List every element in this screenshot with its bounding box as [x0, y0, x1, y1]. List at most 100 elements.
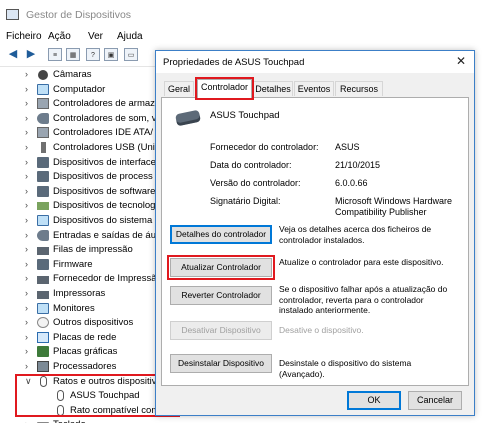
chevron-right-icon[interactable]: › — [25, 98, 28, 108]
tree-category[interactable]: › Filas de impressão — [0, 243, 160, 258]
back-arrow-icon[interactable]: ◀ — [6, 48, 20, 61]
properties-dialog: Propriedades de ASUS Touchpad ✕ Geral Co… — [155, 50, 475, 416]
chevron-right-icon[interactable]: › — [25, 171, 28, 181]
close-icon[interactable]: ✕ — [454, 54, 468, 68]
details-view-icon[interactable]: ▦ — [66, 48, 80, 61]
chevron-right-icon[interactable]: › — [25, 69, 28, 79]
tab-strip: Geral Controlador Detalhes Eventos Recur… — [161, 77, 471, 100]
tree-item-label: Dispositivos de tecnolog — [53, 200, 156, 212]
tree-item-label: Teclado — [53, 419, 86, 423]
chevron-right-icon[interactable]: › — [25, 113, 28, 123]
chevron-right-icon[interactable]: › — [25, 317, 28, 327]
chevron-right-icon[interactable]: › — [25, 244, 28, 254]
audio-io-icon — [37, 229, 49, 241]
cancel-button[interactable]: Cancelar — [408, 391, 462, 410]
storage-controller-icon — [37, 98, 49, 110]
uninstall-device-button[interactable]: Desinstalar Dispositivo — [170, 354, 272, 373]
chevron-right-icon[interactable]: › — [25, 419, 28, 423]
chevron-right-icon[interactable]: › — [25, 303, 28, 313]
tree-category[interactable]: › Placas de rede — [0, 331, 160, 346]
tree-item-label: Dispositivos de interface — [53, 156, 156, 168]
firmware-icon — [37, 258, 49, 270]
tree-category[interactable]: › Outros dispositivos — [0, 316, 160, 331]
disable-device-button[interactable]: Desativar Dispositivo — [170, 321, 272, 340]
tree-category[interactable]: › Dispositivos do sistema — [0, 214, 160, 229]
help-icon[interactable]: ? — [86, 48, 100, 61]
ok-button[interactable]: OK — [347, 391, 401, 410]
tree-item-label: Computador — [53, 83, 106, 95]
tree-category[interactable]: › Controladores USB (Unit — [0, 141, 160, 156]
highlight-controlador-tab — [195, 77, 254, 100]
chevron-right-icon[interactable]: › — [25, 230, 28, 240]
update-driver-desc: Atualize o controlador para este disposi… — [279, 257, 444, 267]
tree-category[interactable]: › Dispositivos de tecnolog — [0, 199, 160, 214]
tree-category[interactable]: › Dispositivos de interface — [0, 156, 160, 171]
print-queue-icon — [37, 244, 49, 256]
rollback-driver-button[interactable]: Reverter Controlador — [170, 286, 272, 305]
network-adapter-icon — [37, 331, 49, 343]
chevron-right-icon[interactable]: › — [25, 259, 28, 269]
tree-category[interactable]: › Câmaras — [0, 68, 160, 83]
chevron-right-icon[interactable]: › — [25, 186, 28, 196]
menu-ajuda[interactable]: Ajuda — [117, 31, 143, 42]
tree-category[interactable]: › Teclado — [0, 418, 160, 423]
menu-ficheiro[interactable]: Ficheiro — [6, 31, 42, 42]
tree-category[interactable]: › Processadores — [0, 360, 160, 375]
tree-category[interactable]: › Dispositivos de process — [0, 170, 160, 185]
rollback-driver-desc: Se o dispositivo falhar após a atualizaç… — [279, 284, 448, 315]
chevron-right-icon[interactable]: › — [25, 332, 28, 342]
chevron-right-icon[interactable]: › — [25, 361, 28, 371]
forward-arrow-icon[interactable]: ▶ — [24, 48, 38, 61]
device-tree: › Câmaras › Computador › Controladores de arm… — [0, 68, 160, 423]
disable-device-desc: Desative o dispositivo. — [279, 325, 364, 335]
tree-category[interactable]: › Monitores — [0, 302, 160, 317]
chevron-right-icon[interactable]: › — [25, 127, 28, 137]
hid-icon — [37, 156, 49, 168]
signer-label: Signatário Digital: — [210, 196, 281, 206]
display-adapter-icon — [37, 346, 49, 358]
chevron-right-icon[interactable]: › — [25, 215, 28, 225]
tab-geral[interactable]: Geral — [164, 81, 194, 96]
tree-item-label: Controladores USB (Unit — [53, 142, 158, 153]
device-manager-app-icon — [6, 9, 19, 20]
tree-item-label: Processadores — [53, 361, 117, 372]
tree-category[interactable]: › Entradas e saídas de áud — [0, 229, 160, 244]
driver-details-button[interactable]: Detalhes do controlador — [170, 225, 272, 244]
date-value: 21/10/2015 — [335, 160, 381, 170]
tree-category[interactable]: › Dispositivos de software — [0, 185, 160, 200]
tree-category[interactable]: › Fornecedor de Impressã — [0, 272, 160, 287]
chevron-right-icon[interactable]: › — [25, 142, 28, 152]
tree-item-label: Controladores de som, v — [53, 112, 157, 124]
tree-item-label: Firmware — [53, 258, 93, 270]
tree-item-label: Outros dispositivos — [53, 317, 134, 329]
tree-category[interactable]: › Firmware — [0, 258, 160, 273]
tree-category[interactable]: › Computador — [0, 83, 160, 98]
menu-acao[interactable]: Ação — [48, 31, 71, 42]
tree-item-label: Fornecedor de Impressã — [53, 273, 157, 285]
tree-category[interactable]: › Impressoras — [0, 287, 160, 302]
tree-category[interactable]: › Controladores IDE ATA/ — [0, 126, 160, 141]
menu-bar: Ficheiro Ação Ver Ajuda — [0, 30, 500, 46]
chevron-right-icon[interactable]: › — [25, 273, 28, 283]
chevron-right-icon[interactable]: › — [25, 346, 28, 356]
scan-hardware-icon[interactable]: ▣ — [104, 48, 118, 61]
tree-category[interactable]: › Controladores de armaz — [0, 97, 160, 112]
chevron-right-icon[interactable]: › — [25, 84, 28, 94]
software-device-icon — [37, 185, 49, 197]
monitor-toolbar-icon[interactable]: ▭ — [124, 48, 138, 61]
tree-category[interactable]: › Controladores de som, v — [0, 112, 160, 127]
tab-recursos[interactable]: Recursos — [335, 81, 383, 96]
chevron-right-icon[interactable]: › — [25, 288, 28, 298]
menu-ver[interactable]: Ver — [88, 31, 103, 42]
tree-category[interactable]: › Placas gráficas — [0, 345, 160, 360]
provider-label: Fornecedor do controlador: — [210, 142, 319, 152]
computer-icon — [37, 83, 49, 95]
properties-view-icon[interactable]: ≡ — [48, 48, 62, 61]
chevron-right-icon[interactable]: › — [25, 157, 28, 167]
tab-detalhes[interactable]: Detalhes — [253, 81, 293, 96]
chevron-right-icon[interactable]: › — [25, 200, 28, 210]
highlight-update-driver — [167, 255, 275, 280]
tab-eventos[interactable]: Eventos — [294, 81, 334, 96]
tree-item-label: Controladores de armaz — [53, 98, 155, 110]
date-label: Data do controlador: — [210, 160, 292, 170]
